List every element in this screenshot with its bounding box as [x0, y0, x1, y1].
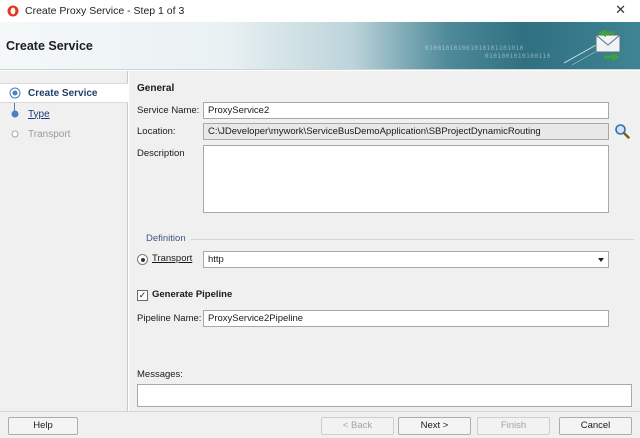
transport-value: http [208, 254, 224, 265]
search-icon[interactable] [614, 123, 630, 139]
header-banner: Create Service 010010101001010101101010 … [0, 22, 640, 70]
wizard-steps-sidebar: Create Service Type Transport [0, 71, 128, 411]
transport-label: Transport [152, 253, 193, 264]
oracle-icon [7, 5, 19, 17]
step-label: Create Service [28, 87, 98, 99]
button-bar: Help < Back Next > Finish Cancel [0, 411, 640, 438]
next-button[interactable]: Next > [398, 417, 471, 435]
transport-radio[interactable] [137, 254, 148, 265]
step-icon [11, 110, 19, 118]
page-title: Create Service [6, 39, 93, 53]
service-name-label: Service Name: [137, 105, 200, 116]
finish-button: Finish [477, 417, 550, 435]
pipeline-name-input[interactable]: ProxyService2Pipeline [203, 310, 609, 327]
banner-binary-text: 010010101001010101101010 [425, 45, 524, 52]
banner-binary-text-2: 0101001010100110 [485, 53, 551, 60]
envelope-arrows-icon [563, 29, 621, 66]
step-current-icon [9, 87, 21, 99]
location-label: Location: [137, 126, 176, 137]
definition-divider [191, 239, 634, 240]
step-type[interactable]: Type [0, 104, 128, 124]
step-label[interactable]: Type [28, 109, 50, 120]
section-general-title: General [137, 83, 175, 94]
service-name-input[interactable]: ProxyService2 [203, 102, 609, 119]
generate-pipeline-label: Generate Pipeline [152, 289, 233, 300]
window-title: Create Proxy Service - Step 1 of 3 [25, 5, 185, 17]
generate-pipeline-checkbox[interactable]: ✓ [137, 290, 148, 301]
step-create-service[interactable]: Create Service [0, 83, 128, 103]
step-label: Transport [28, 128, 71, 140]
messages-label: Messages: [137, 369, 183, 380]
step-disabled-icon [11, 130, 19, 138]
messages-box [137, 384, 632, 407]
window-titlebar: Create Proxy Service - Step 1 of 3 ✕ [0, 0, 640, 22]
back-button: < Back [321, 417, 394, 435]
chevron-down-icon [598, 258, 604, 262]
location-field: C:\JDeveloper\mywork\ServiceBusDemoAppli… [203, 123, 609, 140]
step-transport: Transport [0, 124, 128, 144]
cancel-button[interactable]: Cancel [559, 417, 632, 435]
form-panel: General Service Name: ProxyService2 Loca… [129, 71, 640, 411]
description-label: Description [137, 148, 185, 159]
close-icon[interactable]: ✕ [615, 3, 626, 18]
pipeline-name-label: Pipeline Name: [137, 313, 202, 324]
description-textarea[interactable] [203, 145, 609, 213]
help-button[interactable]: Help [8, 417, 78, 435]
definition-label: Definition [146, 233, 186, 244]
transport-select[interactable]: http [203, 251, 609, 268]
